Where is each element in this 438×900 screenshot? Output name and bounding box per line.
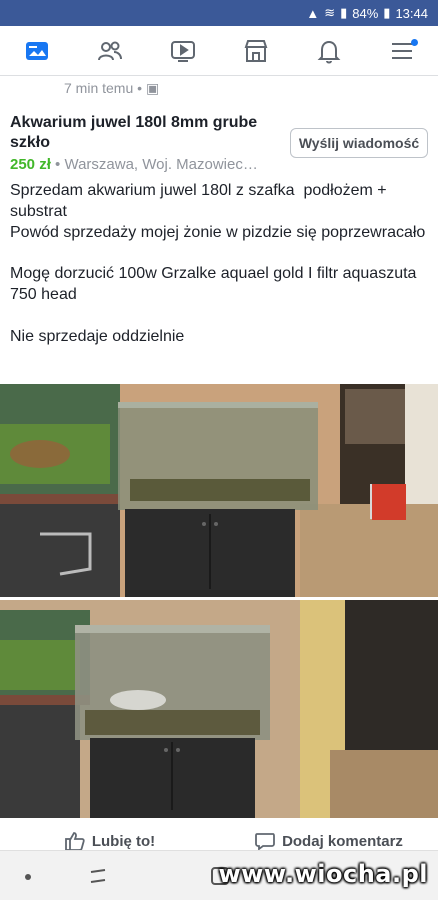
notification-icon: ▲ (306, 5, 320, 21)
status-icons: ▲ ≋ ▮ 84% ▮ 13:44 (306, 5, 428, 21)
friends-icon (97, 41, 122, 60)
clock: 13:44 (395, 5, 428, 21)
signal-icon: ▮ (340, 5, 348, 20)
listing-price: 250 zł (10, 156, 51, 173)
listing-title: Akwarium juwel 180l 8mm grube szkło (10, 114, 258, 151)
comment-icon (255, 833, 275, 851)
nav-friends[interactable] (90, 31, 130, 71)
separator-dot: • (137, 80, 146, 96)
nav-notifications[interactable] (309, 31, 349, 71)
nav-store[interactable] (236, 31, 276, 71)
listing-photo-2[interactable] (0, 600, 438, 818)
listing-location: Warszawa, Woj. Mazowiec… (64, 156, 258, 173)
battery-level: 84% (352, 5, 379, 21)
thumbs-up-icon (64, 832, 85, 851)
watermark: www.wiocha.pl (218, 860, 428, 888)
send-message-button[interactable]: Wyślij wiadomość (290, 128, 428, 158)
top-nav (0, 26, 438, 76)
dot-icon[interactable] (24, 873, 32, 881)
listing-description: Sprzedam akwarium juwel 180l z szafka po… (10, 182, 426, 345)
notification-dot (410, 38, 418, 46)
store-icon (244, 39, 267, 62)
watch-icon (170, 40, 195, 62)
recent-apps-icon[interactable] (88, 866, 108, 886)
notifications-icon (317, 40, 340, 63)
wifi-icon: ≋ (324, 5, 336, 20)
aquarium-photo-2 (0, 600, 438, 818)
like-label: Lubię to! (91, 832, 156, 850)
listing-photo-1[interactable] (0, 384, 438, 597)
nav-menu[interactable] (382, 31, 422, 71)
marketplace-icon (25, 41, 48, 60)
aquarium-photo-1 (0, 384, 438, 597)
nav-watch[interactable] (163, 31, 203, 71)
battery-icon: ▮ (383, 5, 391, 20)
status-bar: ▲ ≋ ▮ 84% ▮ 13:44 (0, 0, 438, 26)
nav-marketplace[interactable] (17, 31, 57, 71)
post-time: 7 min temu (64, 80, 134, 96)
post-meta: 7 min temu • ▣ (64, 80, 159, 97)
comment-label: Dodaj komentarz (282, 832, 403, 850)
marketplace-small-icon: ▣ (145, 80, 160, 96)
price-row: 250 zł • Warszawa, Woj. Mazowiec… (10, 156, 280, 173)
